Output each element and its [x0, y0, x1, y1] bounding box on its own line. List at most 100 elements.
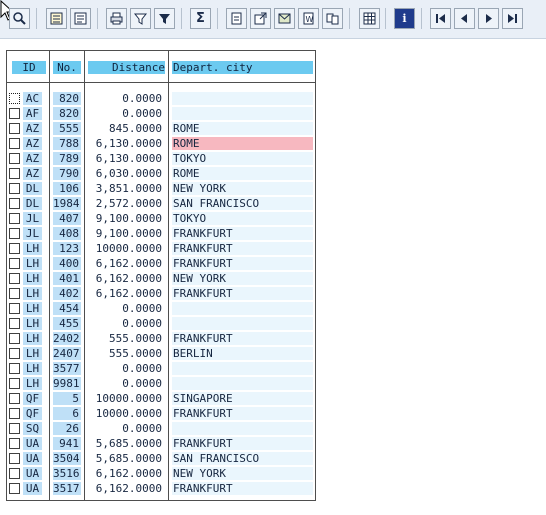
table-row[interactable]: UA 3517 6,162.0000 FRANKFURT [7, 481, 315, 496]
distance-cell[interactable]: 6,130.0000 [87, 137, 165, 150]
departure-city-cell[interactable]: SINGAPORE [172, 392, 313, 405]
distance-cell[interactable]: 6,030.0000 [87, 167, 165, 180]
row-select-checkbox[interactable] [9, 228, 20, 239]
airline-id-cell[interactable]: LH [23, 302, 42, 315]
flight-number-cell[interactable]: 2407 [53, 347, 81, 360]
flight-number-cell[interactable]: 941 [53, 437, 81, 450]
airline-id-cell[interactable]: AZ [23, 122, 42, 135]
print-button[interactable] [106, 8, 127, 29]
flight-number-cell[interactable]: 401 [53, 272, 81, 285]
details-button[interactable] [9, 8, 30, 29]
distance-cell[interactable]: 6,130.0000 [87, 152, 165, 165]
airline-id-cell[interactable]: LH [23, 257, 42, 270]
first-page-button[interactable] [430, 8, 451, 29]
word-processing-button[interactable]: W [298, 8, 319, 29]
distance-cell[interactable]: 555.0000 [87, 332, 165, 345]
airline-id-cell[interactable]: UA [23, 482, 42, 495]
sort-ascending-button[interactable] [46, 8, 67, 29]
airline-id-cell[interactable]: QF [23, 392, 42, 405]
airline-id-cell[interactable]: LH [23, 377, 42, 390]
flight-number-cell[interactable]: 3504 [53, 452, 81, 465]
flight-number-cell[interactable]: 790 [53, 167, 81, 180]
departure-city-cell[interactable]: FRANKFURT [172, 332, 313, 345]
row-select-checkbox[interactable] [9, 213, 20, 224]
departure-city-cell[interactable]: ROME [172, 167, 313, 180]
row-select-checkbox[interactable] [9, 378, 20, 389]
flight-number-cell[interactable]: 106 [53, 182, 81, 195]
distance-cell[interactable]: 555.0000 [87, 347, 165, 360]
table-row[interactable]: LH 402 6,162.0000 FRANKFURT [7, 286, 315, 301]
layout-grid-button[interactable] [359, 8, 380, 29]
table-row[interactable]: AZ 788 6,130.0000 ROME [7, 136, 315, 151]
departure-city-cell[interactable]: SAN FRANCISCO [172, 452, 313, 465]
flight-number-cell[interactable]: 402 [53, 287, 81, 300]
table-row[interactable]: QF 6 10000.0000 FRANKFURT [7, 406, 315, 421]
table-row[interactable]: AZ 790 6,030.0000 ROME [7, 166, 315, 181]
distance-cell[interactable]: 9,100.0000 [87, 227, 165, 240]
departure-city-cell[interactable]: FRANKFURT [172, 257, 313, 270]
airline-id-cell[interactable]: SQ [23, 422, 42, 435]
table-row[interactable]: AZ 789 6,130.0000 TOKYO [7, 151, 315, 166]
table-row[interactable]: LH 2407 555.0000 BERLIN [7, 346, 315, 361]
flight-number-cell[interactable]: 2402 [53, 332, 81, 345]
airline-id-cell[interactable]: AZ [23, 137, 42, 150]
flight-number-cell[interactable]: 26 [53, 422, 81, 435]
send-button[interactable] [274, 8, 295, 29]
flight-number-cell[interactable]: 407 [53, 212, 81, 225]
departure-city-cell[interactable]: FRANKFURT [172, 437, 313, 450]
departure-city-cell[interactable] [172, 317, 313, 330]
flight-number-cell[interactable]: 5 [53, 392, 81, 405]
departure-city-cell[interactable]: SAN FRANCISCO [172, 197, 313, 210]
row-select-checkbox[interactable] [9, 333, 20, 344]
airline-id-cell[interactable]: JL [23, 227, 42, 240]
row-select-checkbox[interactable] [9, 153, 20, 164]
departure-city-cell[interactable]: NEW YORK [172, 272, 313, 285]
departure-city-cell[interactable] [172, 377, 313, 390]
row-select-checkbox[interactable] [9, 303, 20, 314]
airline-id-cell[interactable]: AC [23, 92, 42, 105]
table-row[interactable]: JL 407 9,100.0000 TOKYO [7, 211, 315, 226]
subtotal-button[interactable] [226, 8, 247, 29]
column-header-distance[interactable]: Distance [88, 61, 165, 74]
row-select-checkbox[interactable] [9, 168, 20, 179]
departure-city-cell[interactable] [172, 107, 313, 120]
airline-id-cell[interactable]: UA [23, 452, 42, 465]
flight-number-cell[interactable]: 788 [53, 137, 81, 150]
flight-number-cell[interactable]: 6 [53, 407, 81, 420]
row-select-checkbox[interactable] [9, 348, 20, 359]
row-select-checkbox[interactable] [9, 483, 20, 494]
table-row[interactable]: LH 401 6,162.0000 NEW YORK [7, 271, 315, 286]
airline-id-cell[interactable]: QF [23, 407, 42, 420]
departure-city-cell[interactable]: TOKYO [172, 152, 313, 165]
row-select-checkbox[interactable] [9, 408, 20, 419]
distance-cell[interactable]: 0.0000 [87, 377, 165, 390]
row-select-checkbox[interactable] [9, 183, 20, 194]
airline-id-cell[interactable]: UA [23, 467, 42, 480]
table-row[interactable]: LH 2402 555.0000 FRANKFURT [7, 331, 315, 346]
distance-cell[interactable]: 6,162.0000 [87, 482, 165, 495]
departure-city-cell[interactable] [172, 302, 313, 315]
abc-analysis-button[interactable] [322, 8, 343, 29]
distance-cell[interactable]: 845.0000 [87, 122, 165, 135]
row-select-checkbox[interactable] [9, 123, 20, 134]
table-row[interactable]: DL 106 3,851.0000 NEW YORK [7, 181, 315, 196]
column-header-id[interactable]: ID [12, 61, 46, 74]
departure-city-cell[interactable]: FRANKFURT [172, 287, 313, 300]
row-select-checkbox[interactable] [9, 318, 20, 329]
table-row[interactable]: LH 9981 0.0000 [7, 376, 315, 391]
table-row[interactable]: LH 123 10000.0000 FRANKFURT [7, 241, 315, 256]
distance-cell[interactable]: 0.0000 [87, 107, 165, 120]
distance-cell[interactable]: 0.0000 [87, 422, 165, 435]
airline-id-cell[interactable]: LH [23, 362, 42, 375]
row-select-checkbox[interactable] [9, 393, 20, 404]
flight-number-cell[interactable]: 1984 [53, 197, 81, 210]
last-page-button[interactable] [502, 8, 523, 29]
flight-number-cell[interactable]: 3577 [53, 362, 81, 375]
flight-number-cell[interactable]: 820 [53, 92, 81, 105]
flight-number-cell[interactable]: 400 [53, 257, 81, 270]
distance-cell[interactable]: 5,685.0000 [87, 437, 165, 450]
flight-number-cell[interactable]: 555 [53, 122, 81, 135]
airline-id-cell[interactable]: LH [23, 347, 42, 360]
departure-city-cell[interactable]: ROME [172, 122, 313, 135]
flight-number-cell[interactable]: 454 [53, 302, 81, 315]
